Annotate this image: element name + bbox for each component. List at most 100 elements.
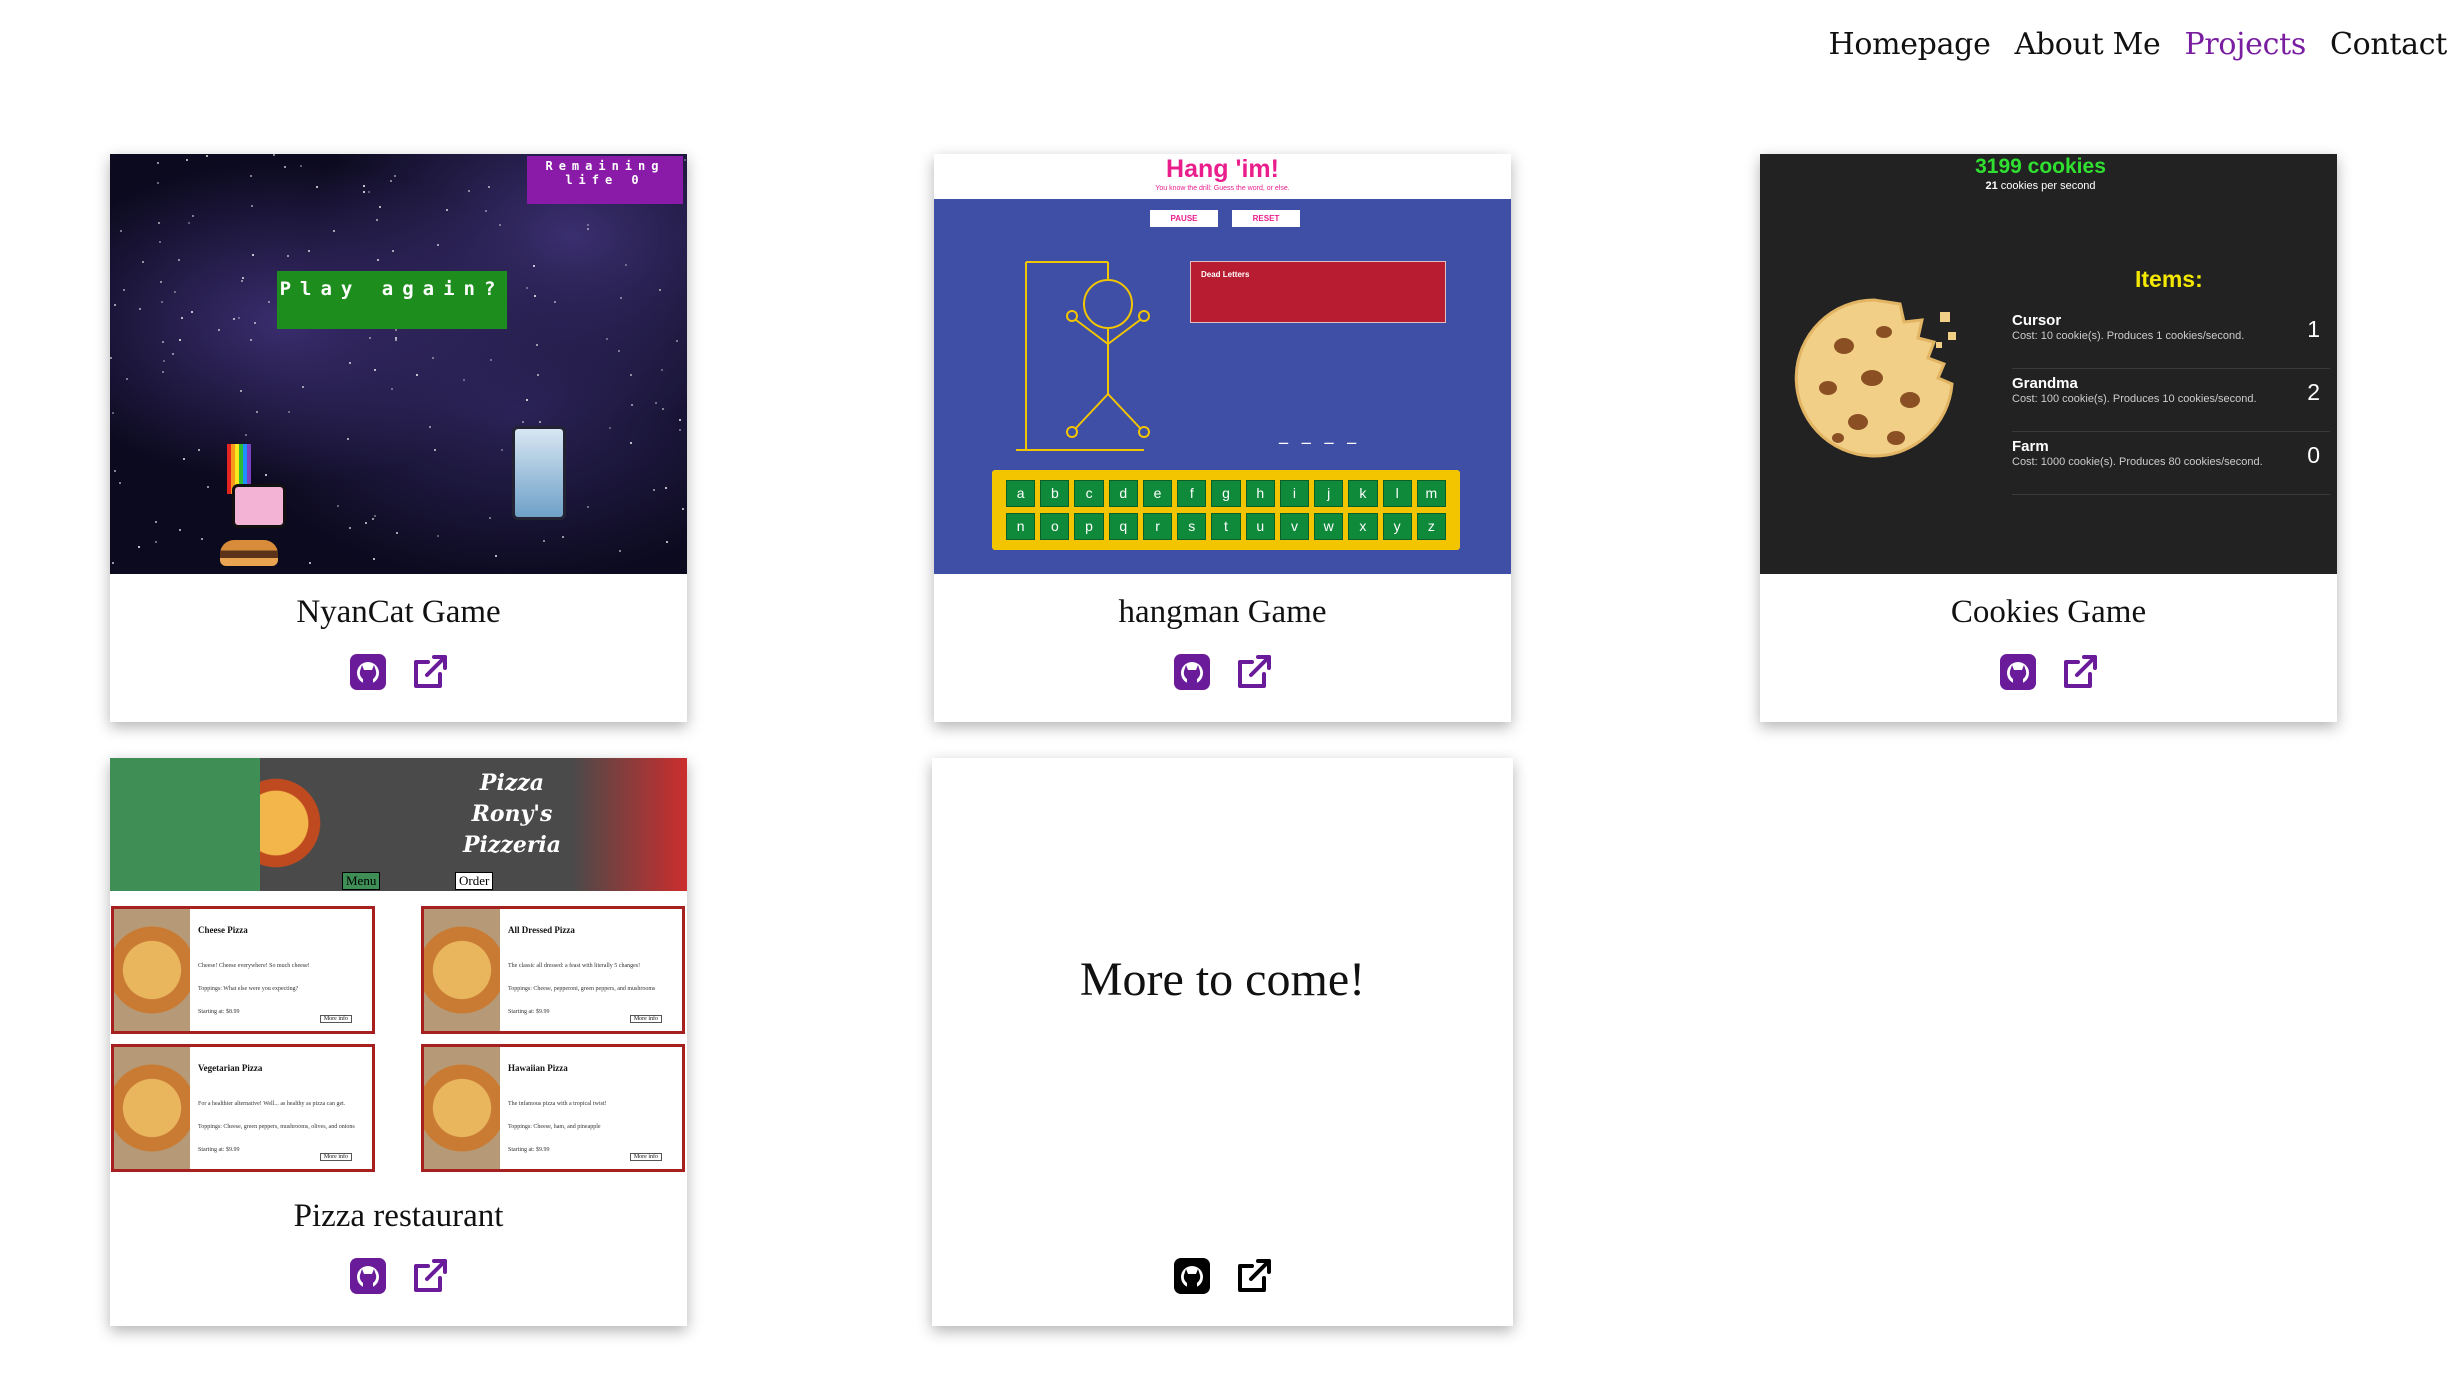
- star-decoration: [606, 338, 608, 340]
- star-decoration: [138, 546, 140, 548]
- github-icon[interactable]: [1998, 652, 2038, 692]
- star-decoration: [659, 289, 661, 291]
- external-link-icon[interactable]: [2060, 652, 2100, 692]
- star-decoration: [206, 155, 208, 157]
- letter-key: m: [1416, 480, 1446, 507]
- star-decoration: [265, 474, 267, 476]
- star-decoration: [157, 182, 159, 184]
- pause-button: PAUSE: [1150, 210, 1218, 227]
- star-decoration: [543, 540, 545, 542]
- star-decoration: [666, 541, 668, 543]
- hangman-controls: PAUSE RESET: [1150, 210, 1300, 227]
- nav-projects[interactable]: Projects: [2184, 27, 2306, 62]
- star-decoration: [379, 206, 381, 208]
- star-decoration: [188, 222, 190, 224]
- pizza-item-image: [114, 909, 190, 1031]
- star-decoration: [186, 159, 188, 161]
- star-decoration: [376, 219, 378, 221]
- star-decoration: [625, 264, 627, 266]
- cookie-counter: 3199 cookies 21 cookies per second: [1760, 154, 2337, 192]
- star-decoration: [679, 429, 681, 431]
- star-decoration: [333, 230, 335, 232]
- pizza-item-line: The classic all dressed: a feast with li…: [508, 963, 641, 969]
- pizza-item: All Dressed Pizza The classic all dresse…: [421, 906, 685, 1034]
- star-decoration: [534, 295, 536, 297]
- more-info-button: More info: [319, 1153, 352, 1161]
- star-decoration: [630, 374, 632, 376]
- star-decoration: [163, 360, 165, 362]
- project-links: [934, 652, 1511, 692]
- star-decoration: [446, 209, 448, 211]
- project-links: [932, 1256, 1513, 1296]
- external-link-icon[interactable]: [410, 652, 450, 692]
- pizzeria-title-line: Pizza: [479, 770, 545, 796]
- letter-key: d: [1108, 480, 1138, 507]
- letter-key: a: [1006, 480, 1036, 507]
- external-link-icon[interactable]: [410, 1256, 450, 1296]
- pizzeria-title-line: Rony's: [471, 801, 553, 827]
- nav-about-me[interactable]: About Me: [2015, 27, 2161, 62]
- star-decoration: [679, 419, 681, 421]
- cookie-rate-number: 21: [1985, 180, 1998, 192]
- play-again-label: Play again?: [277, 271, 507, 329]
- star-decoration: [489, 517, 491, 519]
- star-decoration: [499, 224, 501, 226]
- star-decoration: [112, 412, 114, 414]
- pizzeria-title-line: Pizzeria: [462, 832, 562, 858]
- star-decoration: [316, 186, 318, 188]
- star-decoration: [172, 353, 174, 355]
- star-decoration: [250, 175, 252, 177]
- item-row: Grandma Cost: 100 cookie(s). Produces 10…: [2012, 369, 2330, 432]
- star-decoration: [174, 291, 176, 293]
- pizza-item-line: Toppings: Cheese, ham, and pineapple: [508, 1124, 601, 1130]
- letter-key: h: [1245, 480, 1275, 507]
- star-decoration: [123, 289, 125, 291]
- star-decoration: [395, 337, 397, 339]
- cookie-rate-text: cookies per second: [2000, 180, 2096, 192]
- project-title: hangman Game: [1118, 594, 1327, 630]
- pizza-banner: [110, 758, 687, 891]
- star-decoration: [250, 339, 252, 341]
- letter-key: b: [1040, 480, 1070, 507]
- external-link-icon[interactable]: [1234, 1256, 1274, 1296]
- star-decoration: [365, 522, 367, 524]
- star-decoration: [160, 281, 162, 283]
- pizza-item: Cheese Pizza Cheese! Cheese everywhere! …: [111, 906, 375, 1034]
- star-decoration: [240, 390, 242, 392]
- letter-key: z: [1416, 512, 1446, 540]
- hangman-subheading: You know the drill: Guess the word, or e…: [1155, 185, 1290, 192]
- star-decoration: [372, 518, 374, 520]
- nav-homepage[interactable]: Homepage: [1828, 27, 1990, 62]
- github-icon[interactable]: [1172, 1256, 1212, 1296]
- star-decoration: [142, 261, 144, 263]
- github-icon[interactable]: [348, 652, 388, 692]
- menu-tab: Menu: [342, 872, 381, 890]
- star-decoration: [526, 287, 528, 289]
- pizza-item-text: For a healthier alternative! Well... as …: [198, 1093, 368, 1162]
- pizza-item-image: [114, 1047, 190, 1169]
- word-blanks: _ _ _ _: [1279, 424, 1361, 445]
- letter-key: l: [1382, 480, 1412, 507]
- star-decoration: [394, 175, 396, 177]
- github-icon[interactable]: [348, 1256, 388, 1296]
- star-decoration: [676, 340, 678, 342]
- item-qty: 0: [2307, 442, 2320, 468]
- star-decoration: [363, 191, 365, 193]
- star-decoration: [349, 527, 351, 529]
- star-decoration: [158, 222, 160, 224]
- letter-key: v: [1279, 512, 1310, 540]
- external-link-icon[interactable]: [1234, 652, 1274, 692]
- item-desc: Cost: 1000 cookie(s). Produces 80 cookie…: [2012, 456, 2263, 468]
- project-card-hangman: Hang 'im! You know the drill: Guess the …: [934, 154, 1511, 722]
- project-links: [110, 1256, 687, 1296]
- pizza-item-line: The infamous pizza with a tropical twist…: [508, 1101, 607, 1107]
- item-desc: Cost: 100 cookie(s). Produces 10 cookies…: [2012, 393, 2257, 405]
- pizza-item-line: Toppings: What else were you expecting?: [198, 986, 299, 992]
- github-icon[interactable]: [1172, 652, 1212, 692]
- gallows-drawing: [1016, 261, 1150, 451]
- letter-key: g: [1211, 480, 1241, 507]
- nav-contact[interactable]: Contact: [2330, 27, 2447, 62]
- star-decoration: [377, 259, 379, 261]
- pizza-screenshot: Pizza Rony's Pizzeria Menu Order Cheese …: [110, 758, 687, 1178]
- star-decoration: [655, 402, 657, 404]
